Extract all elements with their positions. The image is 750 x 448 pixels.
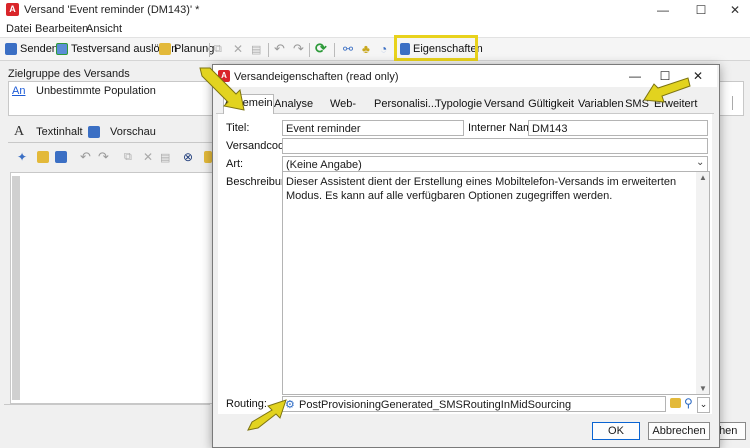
find-icon[interactable]: ⊗ (183, 150, 193, 164)
calendar-icon (159, 43, 171, 55)
internal-name-field[interactable]: DM143 (528, 120, 708, 136)
dialog-title: Versandeigenschaften (read only) (234, 71, 399, 83)
scroll-down-icon[interactable]: ▼ (699, 384, 707, 393)
target-value: Unbestimmte Population (36, 85, 156, 97)
toolbar-separator (309, 43, 310, 57)
routing-field[interactable]: PostProvisioningGenerated_SMSRoutingInMi… (282, 396, 666, 412)
tab-text-content[interactable]: A Textinhalt (14, 124, 83, 140)
schedule-button[interactable]: Planung (159, 41, 214, 57)
tab-analyse[interactable]: Analyse (274, 96, 313, 113)
maximize-icon[interactable]: ☐ (692, 2, 710, 18)
toolbar-separator (334, 43, 335, 57)
annotation-arrow-routing (247, 399, 287, 431)
close-icon[interactable]: ✕ (726, 2, 744, 18)
folder-icon[interactable] (670, 398, 681, 408)
redo-icon[interactable]: ↷ (98, 149, 109, 165)
send-button[interactable]: Senden (5, 41, 58, 57)
annotation-arrow-tab (199, 67, 245, 111)
properties-highlight-frame (394, 35, 478, 61)
new-icon[interactable]: ✦ (17, 150, 27, 164)
preview-icon (88, 126, 100, 138)
target-section-label: Zielgruppe des Versands (8, 68, 130, 80)
approval-icon[interactable]: ◔ (380, 42, 387, 56)
scroll-up-icon[interactable]: ▲ (699, 173, 707, 182)
link-icon[interactable]: ⚯ (343, 42, 353, 56)
text-format-icon: A (14, 124, 25, 139)
divider (4, 404, 210, 405)
cancel-button[interactable]: Abbrechen (648, 422, 710, 440)
description-text: Dieser Assistent dient der Erstellung ei… (286, 176, 677, 202)
redo-icon[interactable]: ↷ (293, 41, 304, 57)
copy-icon[interactable]: ⧉ (214, 43, 222, 56)
ok-button[interactable]: OK (592, 422, 640, 440)
description-scrollbar[interactable] (696, 172, 709, 394)
insert-icon[interactable] (204, 151, 212, 163)
annotation-arrow-sms (643, 77, 691, 103)
copy-icon[interactable]: ⧉ (124, 151, 132, 164)
menu-datei[interactable]: Datei (6, 23, 32, 35)
target-link[interactable]: An (12, 85, 25, 97)
paste-icon[interactable]: ▤ (160, 151, 170, 164)
save-icon[interactable] (55, 151, 67, 163)
undo-icon[interactable]: ↶ (80, 149, 91, 165)
title-label: Titel: (226, 122, 250, 134)
users-icon[interactable]: ♣ (362, 42, 370, 56)
description-field[interactable] (282, 171, 710, 395)
menu-ansicht[interactable]: Ansicht (86, 23, 122, 35)
chevron-down-icon[interactable]: ⌄ (696, 157, 704, 168)
undo-icon[interactable]: ↶ (274, 41, 285, 57)
delivery-code-field[interactable] (282, 138, 708, 154)
menu-bearbeiten[interactable]: Bearbeiten (35, 23, 88, 35)
tab-personalisierung[interactable]: Personalisi... (374, 96, 437, 113)
type-label: Art: (226, 158, 244, 170)
delete-icon[interactable]: ✕ (233, 42, 243, 56)
editor-gutter (12, 176, 20, 400)
open-folder-icon[interactable] (37, 151, 49, 163)
tab-preview[interactable]: Vorschau (88, 124, 156, 140)
minimize-icon[interactable]: — (654, 2, 672, 18)
search-icon[interactable]: ⚲ (684, 396, 693, 410)
paste-icon[interactable]: ▤ (251, 43, 261, 56)
content-editor[interactable] (10, 172, 216, 404)
type-select[interactable]: (Keine Angabe) (282, 156, 708, 172)
test-send-icon (56, 43, 68, 55)
routing-dropdown-icon[interactable]: ⌄ (697, 397, 710, 413)
toolbar-separator (268, 43, 269, 57)
tab-gueltigkeit[interactable]: Gültigkeit (528, 96, 574, 113)
scrollbar-thumb[interactable] (732, 96, 743, 110)
cut-icon[interactable]: ✕ (143, 150, 153, 164)
toolbar-separator (209, 43, 210, 57)
app-logo-icon: A (6, 3, 19, 16)
title-field[interactable]: Event reminder (282, 120, 464, 136)
tab-web-analytics[interactable]: Web-Anal... (316, 96, 370, 127)
window-title: Versand 'Event reminder (DM143)' * (24, 4, 200, 16)
refresh-icon[interactable]: ⟳ (315, 40, 327, 57)
tab-versand[interactable]: Versand (484, 96, 524, 113)
envelope-icon (5, 43, 17, 55)
tab-variablen[interactable]: Variablen (578, 96, 624, 113)
divider (8, 142, 214, 143)
tab-typologie[interactable]: Typologie (435, 96, 482, 113)
